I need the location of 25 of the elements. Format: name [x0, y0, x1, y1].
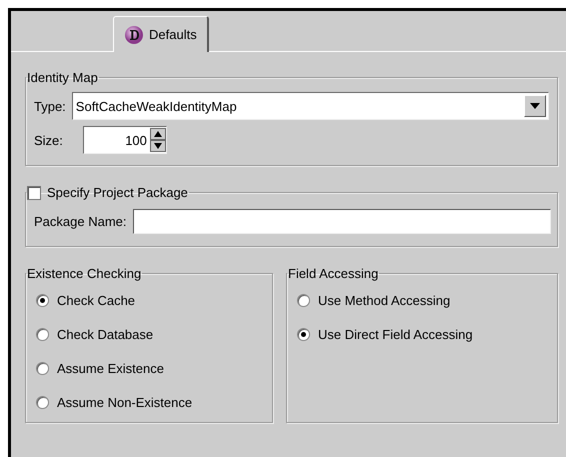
radio-label[interactable]: Check Cache	[57, 292, 136, 308]
radio-label[interactable]: Use Method Accessing	[318, 292, 450, 308]
tab[interactable]: Defaults	[113, 16, 209, 52]
field-label: Package Name:	[34, 214, 126, 228]
group-title: Existence Checking	[26, 266, 142, 281]
sphere-icon	[124, 24, 144, 44]
field-label: Type:	[34, 98, 66, 114]
group-title: Identity Map	[26, 70, 99, 85]
radio-label[interactable]: Check Database	[57, 326, 154, 342]
type-dropdown[interactable]: SoftCacheWeakIdentityMap	[72, 92, 549, 120]
package-name-field[interactable]	[132, 208, 551, 234]
checkbox[interactable]	[27, 186, 41, 200]
radio-label[interactable]: Assume Non-Existence	[57, 394, 192, 410]
field-label: Size:	[34, 132, 63, 148]
checkbox-label[interactable]: Specify Project Package	[47, 185, 188, 200]
radio-button[interactable]	[297, 328, 310, 340]
radio-button[interactable]	[36, 294, 49, 306]
radio-button[interactable]	[297, 294, 310, 306]
radio-button[interactable]	[36, 362, 49, 374]
group-title: Field Accessing	[287, 266, 380, 281]
radio-label[interactable]: Use Direct Field Accessing	[318, 326, 473, 342]
size-spinner[interactable]: 100	[82, 126, 167, 154]
radio-button[interactable]	[36, 328, 49, 340]
radio-button[interactable]	[36, 396, 49, 408]
radio-label[interactable]: Assume Existence	[57, 360, 164, 376]
